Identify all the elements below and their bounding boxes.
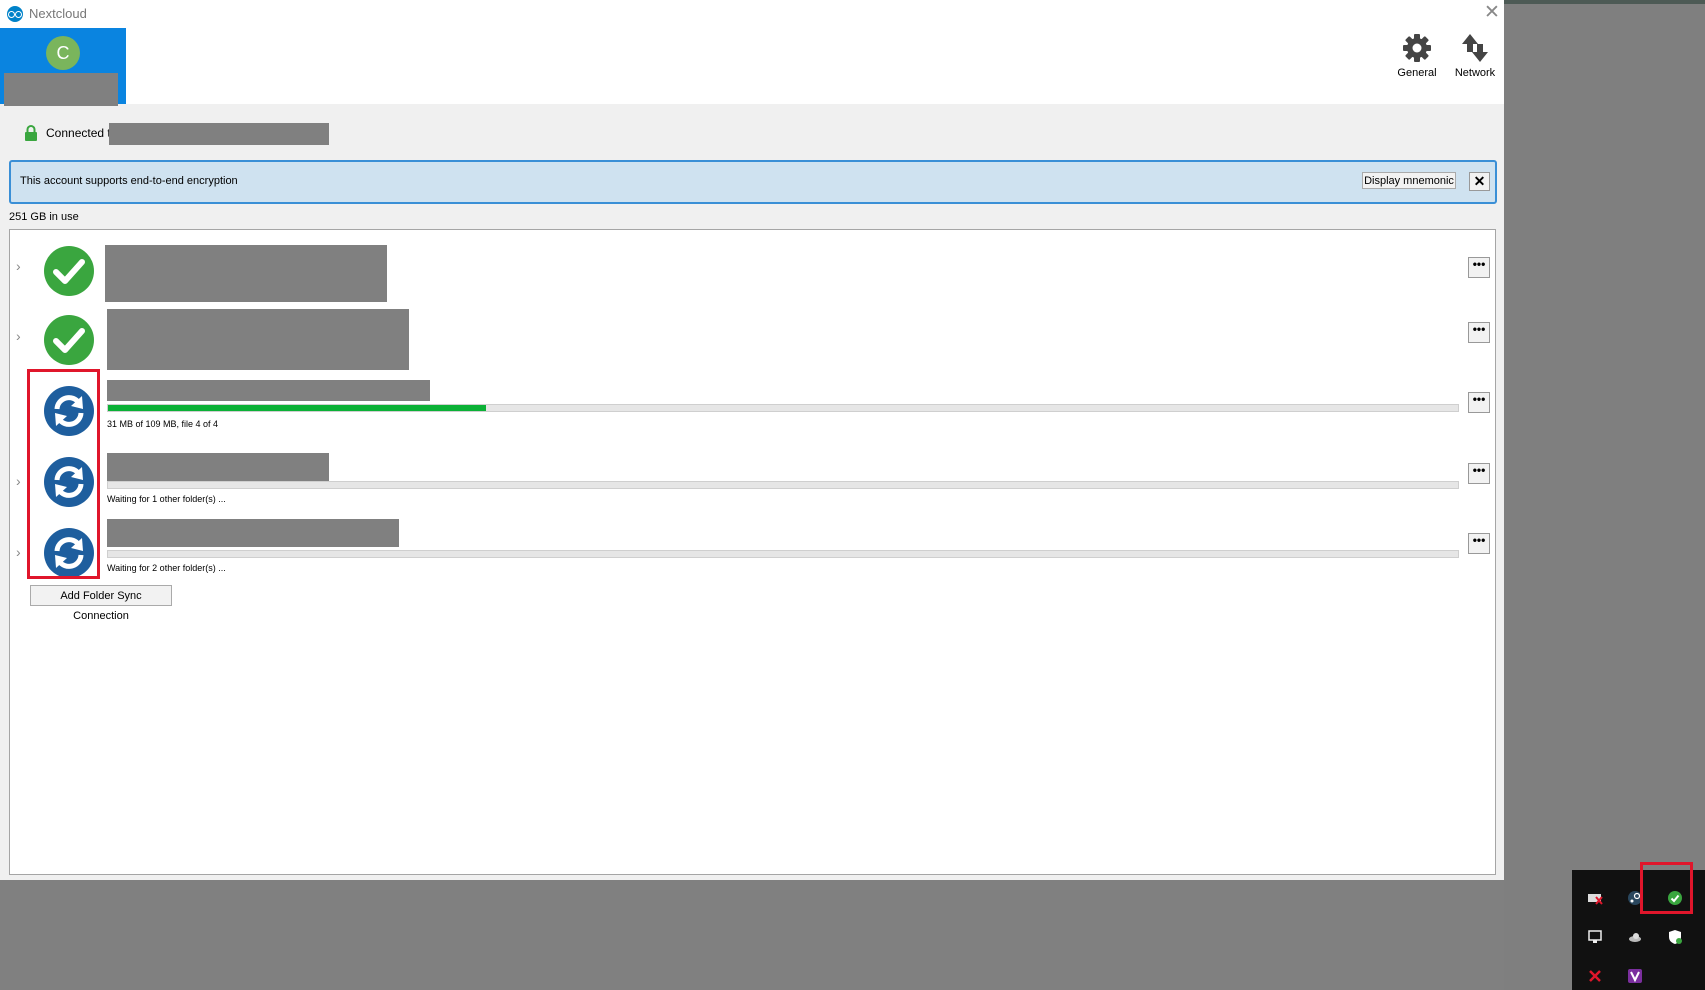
folder-name-redacted (107, 380, 430, 401)
more-dots-icon[interactable]: ••• (1468, 322, 1490, 343)
account-tab[interactable]: C (0, 28, 126, 106)
desktop-background (1504, 0, 1705, 990)
folder-row[interactable]: › Waiting for 1 other folder(s) ... ••• (10, 448, 1495, 514)
sync-progress-bar (107, 404, 1459, 412)
security-shield-icon[interactable] (1667, 929, 1683, 945)
connection-label: Connected to (46, 126, 118, 140)
more-dots-icon[interactable]: ••• (1468, 392, 1490, 413)
sync-progress-text: Waiting for 2 other folder(s) ... (107, 563, 226, 573)
folder-name-redacted (107, 519, 399, 547)
toolbar: C General Network (0, 28, 1504, 106)
expand-chevron-icon[interactable]: › (16, 473, 21, 489)
account-name-redacted (4, 73, 118, 106)
e2e-message: This account supports end-to-end encrypt… (20, 175, 238, 187)
folder-name-redacted (105, 245, 387, 302)
folder-row[interactable]: › ••• (10, 306, 1495, 372)
folder-name-redacted (107, 453, 329, 481)
sync-progress-fill (108, 405, 486, 411)
e2e-encryption-banner: This account supports end-to-end encrypt… (9, 160, 1497, 204)
network-arrows-icon (1462, 34, 1488, 62)
title-bar: Nextcloud ✕ (0, 0, 1504, 28)
network-tab-label: Network (1454, 67, 1496, 79)
server-address-redacted (109, 123, 329, 145)
more-dots-icon[interactable]: ••• (1468, 257, 1490, 278)
display-mnemonic-button[interactable]: Display mnemonic (1362, 172, 1456, 189)
lock-icon (25, 125, 37, 141)
vpn-v-icon[interactable] (1627, 968, 1643, 984)
sync-progress-bar (107, 550, 1459, 558)
network-monitor-icon[interactable] (1587, 929, 1603, 945)
cloud-icon[interactable] (1627, 929, 1643, 945)
window-title: Nextcloud (29, 6, 87, 21)
expand-chevron-icon[interactable]: › (16, 544, 21, 560)
sync-progress-bar (107, 481, 1459, 489)
folder-name-redacted (107, 309, 409, 370)
general-tab-label: General (1397, 67, 1437, 79)
folder-row[interactable]: › ••• (10, 235, 1495, 302)
general-tab[interactable]: General (1389, 33, 1445, 79)
desktop-edge (1504, 0, 1705, 4)
network-tab[interactable]: Network (1447, 33, 1503, 79)
folder-row[interactable]: 31 MB of 109 MB, file 4 of 4 ••• (10, 377, 1495, 443)
folder-row[interactable]: › Waiting for 2 other folder(s) ... ••• (10, 519, 1495, 585)
nextcloud-settings-window: Nextcloud ✕ C General Network Connected … (0, 0, 1504, 880)
tray-icon-highlight (1640, 862, 1693, 914)
more-dots-icon[interactable]: ••• (1468, 533, 1490, 554)
check-circle-icon (44, 315, 94, 365)
storage-usage: 251 GB in use (9, 211, 79, 223)
nextcloud-logo-icon (7, 6, 23, 22)
gear-icon (1403, 34, 1431, 62)
sync-progress-text: 31 MB of 109 MB, file 4 of 4 (107, 419, 219, 429)
expand-chevron-icon[interactable]: › (16, 258, 21, 274)
syncing-icons-highlight (27, 369, 100, 579)
folder-list: › ••• › ••• 31 MB of 109 MB, file 4 of 4… (9, 229, 1496, 875)
error-app-icon[interactable] (1587, 968, 1603, 984)
window-close-button[interactable]: ✕ (1482, 2, 1502, 24)
sync-progress-text: Waiting for 1 other folder(s) ... (107, 494, 226, 504)
disconnected-drive-icon[interactable] (1587, 890, 1603, 906)
more-dots-icon[interactable]: ••• (1468, 463, 1490, 484)
close-banner-icon[interactable]: ✕ (1469, 172, 1490, 191)
add-folder-sync-button[interactable]: Add Folder Sync Connection (30, 585, 172, 622)
check-circle-icon (44, 246, 94, 296)
avatar: C (46, 36, 80, 70)
expand-chevron-icon[interactable]: › (16, 328, 21, 344)
